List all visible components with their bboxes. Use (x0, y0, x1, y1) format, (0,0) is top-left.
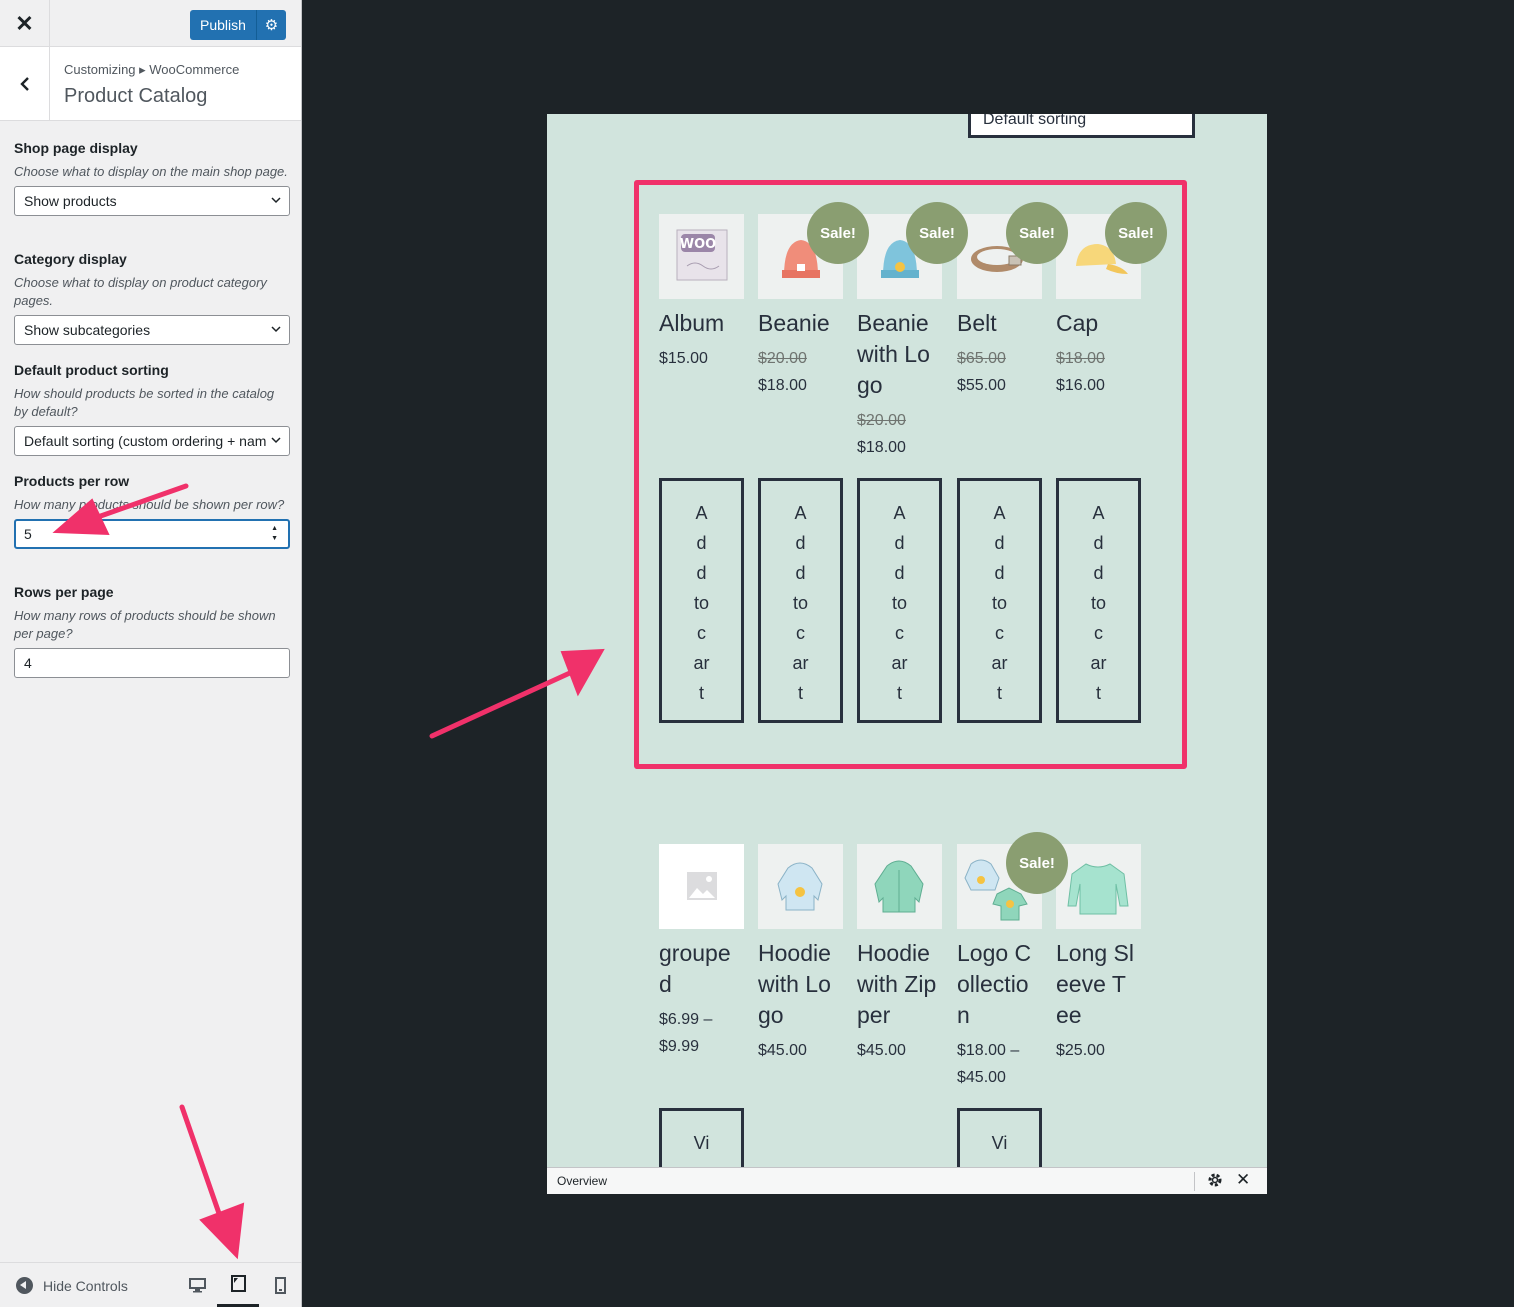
chevron-left-icon (19, 77, 29, 91)
shop-page-display-field: Shop page display Choose what to display… (14, 139, 290, 216)
product-price: $18.00 – $45.00 (957, 1042, 1020, 1086)
category-display-select[interactable]: Show subcategories (14, 315, 290, 345)
customizer-sidebar: ✕ Publish ⚙ Customizing ▸ WooCommerce Pr… (0, 0, 302, 1307)
highlight-box (634, 180, 1187, 769)
default-sorting-select[interactable]: Default sorting (custom ordering + name) (14, 426, 290, 456)
field-description: Choose what to display on product catego… (14, 275, 267, 308)
orderby-select[interactable]: Default sorting (968, 114, 1195, 138)
collapse-icon (16, 1277, 33, 1294)
publish-settings-button[interactable]: ⚙ (256, 10, 286, 40)
tablet-icon (230, 1275, 246, 1292)
long-sleeve-tee-icon (1067, 863, 1129, 915)
product-price: $45.00 (758, 1042, 807, 1059)
section-header: Customizing ▸ WooCommerce Product Catalo… (0, 47, 301, 121)
preview-desktop-button[interactable] (176, 1263, 218, 1307)
chevron-down-icon (271, 326, 281, 333)
rows-per-page-field: Rows per page How many rows of products … (14, 583, 290, 678)
product-card-hoodie-with-logo[interactable]: Hoodie with Logo $45.00 (758, 844, 843, 1064)
products-per-row-field: Products per row How many products shoul… (14, 472, 290, 549)
sidebar-footer: Hide Controls (0, 1262, 301, 1307)
select-value: Default sorting (custom ordering + name) (24, 433, 266, 449)
field-label: Rows per page (14, 584, 114, 600)
close-customizer-button[interactable]: ✕ (0, 0, 50, 47)
product-thumbnail[interactable] (1056, 844, 1141, 929)
product-name[interactable]: Logo Collection (957, 938, 1037, 1031)
product-price: $25.00 (1056, 1042, 1105, 1059)
product-card-long-sleeve-tee[interactable]: Long Sleeve Tee $25.00 (1056, 844, 1141, 1064)
input-value: 4 (24, 655, 32, 671)
product-name[interactable]: Hoodie with Logo (758, 938, 838, 1031)
field-description: How should products be sorted in the cat… (14, 386, 275, 419)
product-price: $45.00 (857, 1042, 906, 1059)
product-thumbnail[interactable] (857, 844, 942, 929)
hoodie-zipper-icon (874, 860, 924, 913)
overview-close-button[interactable]: ✕ (1236, 1170, 1250, 1190)
overview-label: Overview (557, 1174, 608, 1188)
overview-bar: Overview ✕ (547, 1167, 1267, 1194)
sale-badge: Sale! (807, 202, 869, 264)
hide-controls-label: Hide Controls (43, 1277, 128, 1294)
orderby-value: Default sorting (983, 114, 1087, 128)
mobile-icon (274, 1277, 286, 1294)
product-name[interactable]: Long Sleeve Tee (1056, 938, 1136, 1031)
product-name[interactable]: Hoodie with Zipper (857, 938, 937, 1031)
product-thumbnail[interactable] (758, 844, 843, 929)
sale-badge: Sale! (1006, 832, 1068, 894)
desktop-icon (188, 1278, 206, 1293)
field-label: Products per row (14, 473, 130, 489)
preview-mobile-button[interactable] (259, 1263, 301, 1307)
publish-label: Publish (200, 17, 246, 33)
rows-per-page-input[interactable]: 4 (14, 648, 290, 678)
view-products-label: Vi (693, 1133, 710, 1153)
field-description: How many products should be shown per ro… (14, 497, 285, 512)
sale-badge: Sale! (1105, 202, 1167, 264)
chevron-down-icon (271, 197, 281, 204)
page-title: Product Catalog (64, 85, 208, 107)
close-icon: ✕ (15, 10, 34, 36)
view-products-button[interactable]: Vi (957, 1108, 1042, 1167)
field-description: How many rows of products should be show… (14, 608, 276, 641)
product-name[interactable]: grouped (659, 938, 739, 1000)
overview-divider (1194, 1172, 1195, 1191)
product-price: $6.99 – $9.99 (659, 1011, 713, 1055)
shop-page-display-select[interactable]: Show products (14, 186, 290, 216)
field-description: Choose what to display on the main shop … (14, 164, 288, 179)
sidebar-topbar: ✕ Publish ⚙ (0, 0, 301, 47)
hoodie-logo-icon (777, 862, 823, 911)
select-value: Show subcategories (24, 322, 151, 338)
default-sorting-field: Default product sorting How should produ… (14, 361, 290, 456)
field-label: Category display (14, 251, 127, 267)
sale-badge: Sale! (906, 202, 968, 264)
products-per-row-input[interactable]: 5 ▲ ▼ (14, 519, 290, 549)
product-thumbnail[interactable]: Sale! (957, 832, 1068, 929)
placeholder-image-icon (687, 872, 717, 900)
gear-icon (1208, 1173, 1222, 1187)
product-card-hoodie-with-zipper[interactable]: Hoodie with Zipper $45.00 (857, 844, 942, 1064)
publish-button[interactable]: Publish ⚙ (190, 10, 286, 40)
hide-controls-button[interactable]: Hide Controls (16, 1277, 128, 1294)
field-label: Shop page display (14, 140, 138, 156)
product-card-logo-collection[interactable]: Sale! Logo Collection $18.00 – $45.00 (957, 832, 1068, 1091)
back-button[interactable] (0, 47, 50, 121)
product-card-grouped[interactable]: grouped $6.99 – $9.99 (659, 844, 744, 1060)
preview-tablet-button[interactable] (217, 1263, 259, 1307)
category-display-field: Category display Choose what to display … (14, 250, 290, 345)
view-products-button[interactable]: Vi (659, 1108, 744, 1167)
input-value: 5 (24, 526, 32, 542)
gear-icon: ⚙ (264, 17, 279, 34)
view-products-label: Vi (991, 1133, 1008, 1153)
number-stepper[interactable]: ▲ ▼ (271, 524, 278, 544)
customizer-window: ✕ Publish ⚙ Customizing ▸ WooCommerce Pr… (0, 0, 1514, 1307)
field-label: Default product sorting (14, 362, 169, 378)
close-icon: ✕ (1236, 1170, 1251, 1189)
select-value: Show products (24, 193, 117, 209)
product-thumbnail[interactable] (659, 844, 744, 929)
breadcrumb: Customizing ▸ WooCommerce (64, 62, 240, 77)
overview-settings-button[interactable] (1207, 1172, 1223, 1193)
sale-badge: Sale! (1006, 202, 1068, 264)
chevron-down-icon (271, 437, 281, 444)
